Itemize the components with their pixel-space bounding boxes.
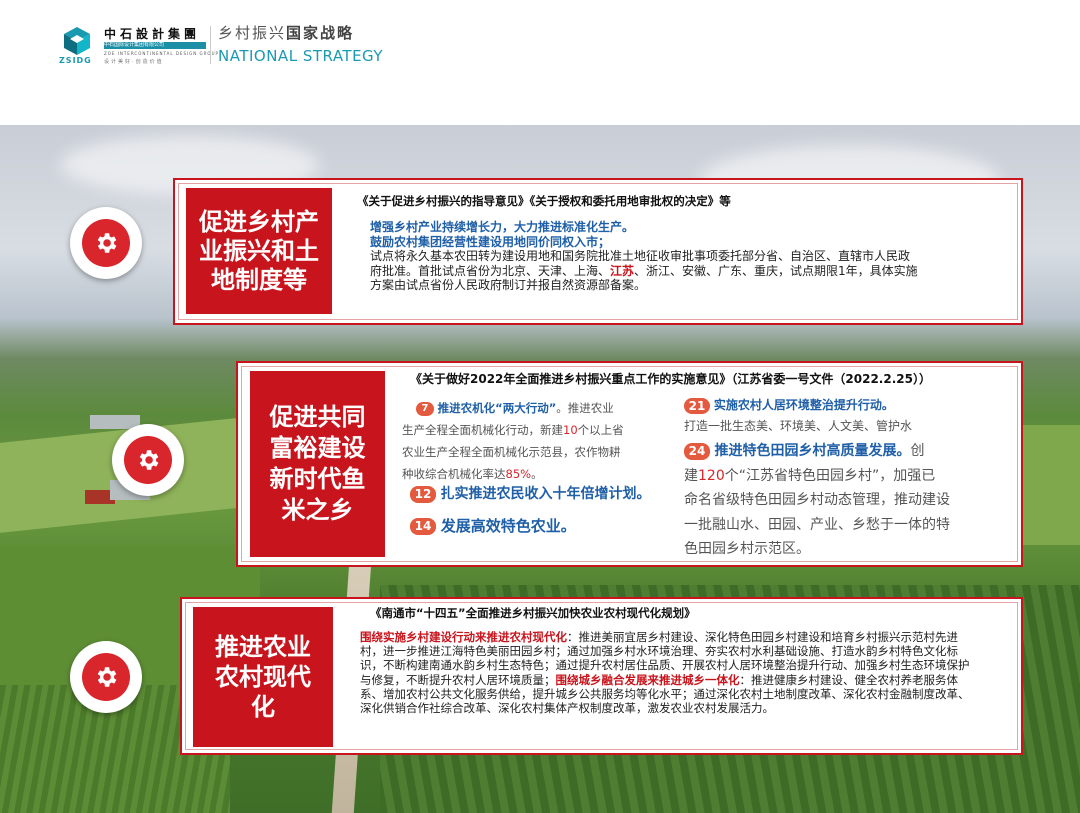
- page-title: 乡村振兴国家战略: [218, 24, 355, 42]
- header-divider: [210, 26, 211, 64]
- logo-name: 中石設計集團: [104, 27, 201, 41]
- panel1-gear-button[interactable]: [70, 207, 142, 279]
- panel2-item-14: 14 发展高效特色农业。: [410, 515, 576, 536]
- logo-icon: [64, 27, 90, 55]
- panel3-label: 推进农业 农村现代 化: [193, 607, 333, 747]
- header: ZSIDG 中石設計集團 中石国际设计集团有限公司 ZOE INTERCONTI…: [0, 0, 1080, 125]
- logo-subtitle: 中石国际设计集团有限公司: [104, 42, 206, 49]
- panel3-body: 围绕实施乡村建设行动来推进农村现代化：推进美丽宜居乡村建设、深化特色田园乡村建设…: [360, 630, 970, 716]
- gear-icon: [97, 233, 117, 253]
- panel2-item-21: 21 实施农村人居环境整治提升行动。 打造一批生态美、环境美、人文美、管护水: [684, 397, 913, 433]
- logo-english: ZOE INTERCONTINENTAL DESIGN GROUP: [104, 51, 219, 56]
- panel2-gear-button[interactable]: [112, 424, 184, 496]
- page-title-en: NATIONAL STRATEGY: [218, 47, 384, 65]
- gear-icon: [97, 667, 117, 687]
- panel2-item-7: 7 推进农机化“两大行动”。推进农业 生产全程全面机械化行动，新建10个以上省 …: [402, 401, 624, 481]
- logo-abbr: ZSIDG: [59, 56, 92, 65]
- panel1-body: 增强乡村产业持续增长力，大力推进标准化生产。 鼓励农村集团经营性建设用地同价同权…: [370, 220, 918, 292]
- panel2-label: 促进共同 富裕建设 新时代鱼 米之乡: [250, 371, 385, 557]
- panel3-doc-title: 《南通市“十四五”全面推进乡村振兴加快农业农村现代化规划》: [370, 606, 696, 620]
- panel3-gear-button[interactable]: [70, 641, 142, 713]
- panel2-item-24: 24 推进特色田园乡村高质量发展。创 建120个“江苏省特色田园乡村”，加强已 …: [684, 442, 950, 557]
- gear-icon: [139, 450, 159, 470]
- logo-slogan: 设计美好·创造价值: [104, 59, 164, 65]
- panel2-doc-title: 《关于做好2022年全面推进乡村振兴重点工作的实施意见》（江苏省委一号文件（20…: [410, 372, 931, 386]
- panel1-doc-title: 《关于促进乡村振兴的指导意见》《关于授权和委托用地审批权的决定》等: [357, 194, 731, 208]
- panel1-label: 促进乡村产 业振兴和土 地制度等: [186, 188, 332, 314]
- panel2-item-12: 12 扎实推进农民收入十年倍增计划。: [410, 483, 650, 503]
